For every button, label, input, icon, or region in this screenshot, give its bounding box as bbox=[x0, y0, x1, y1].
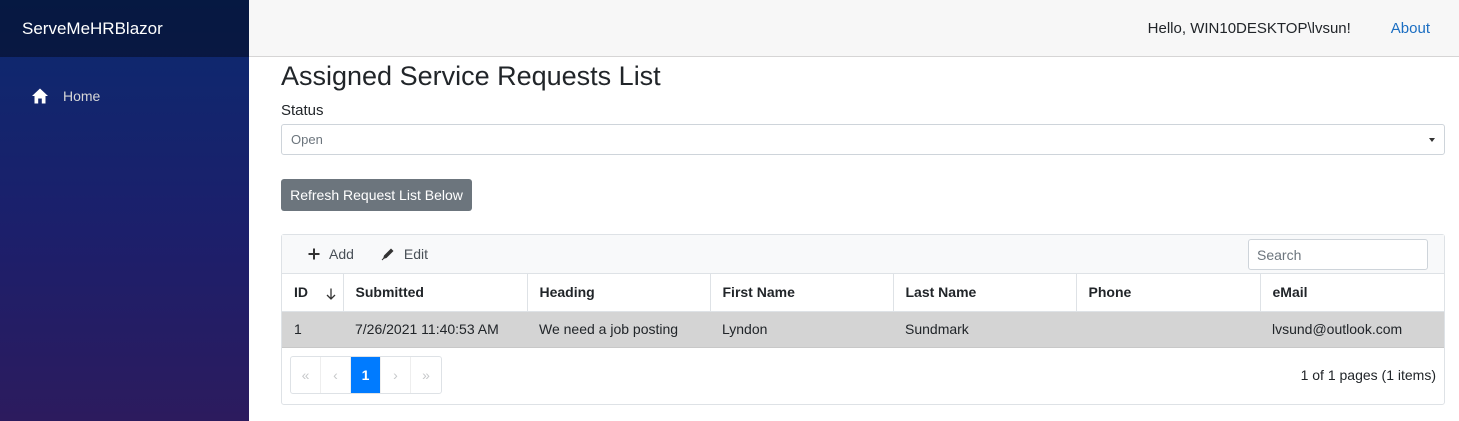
pencil-icon bbox=[381, 248, 394, 261]
pager-prev-button[interactable]: ‹ bbox=[321, 357, 351, 393]
sort-down-icon bbox=[326, 288, 336, 300]
cell-email: lvsund@outlook.com bbox=[1260, 311, 1444, 348]
pager-first-button[interactable]: « bbox=[291, 357, 321, 393]
column-header-email[interactable]: eMail bbox=[1260, 274, 1444, 312]
requests-grid: Add Edit ID bbox=[281, 234, 1445, 405]
about-link[interactable]: About bbox=[1391, 20, 1430, 37]
brand-bar: ServeMeHRBlazor bbox=[0, 0, 249, 57]
column-header-id[interactable]: ID bbox=[282, 274, 344, 312]
column-header-label: ID bbox=[294, 284, 308, 301]
cell-phone bbox=[1076, 311, 1260, 348]
brand-title[interactable]: ServeMeHRBlazor bbox=[22, 19, 163, 39]
cell-first-name: Lyndon bbox=[710, 311, 893, 348]
requests-table: ID Submitted Heading First Name Last Nam… bbox=[282, 274, 1444, 348]
sidebar: ServeMeHRBlazor Home bbox=[0, 0, 249, 421]
column-header-last-name[interactable]: Last Name bbox=[893, 274, 1077, 312]
cell-submitted: 7/26/2021 11:40:53 AM bbox=[343, 311, 527, 348]
pager: « ‹ 1 › » bbox=[290, 356, 442, 394]
edit-button-label: Edit bbox=[403, 246, 429, 262]
pager-next-button[interactable]: › bbox=[381, 357, 411, 393]
plus-icon bbox=[308, 248, 320, 260]
table-row[interactable]: 1 7/26/2021 11:40:53 AM We need a job po… bbox=[282, 311, 1444, 348]
sidebar-item-home[interactable]: Home bbox=[0, 87, 249, 105]
top-bar: Hello, WIN10DESKTOP\lvsun! About bbox=[249, 0, 1459, 57]
pager-page-1-button[interactable]: 1 bbox=[351, 357, 381, 393]
page-title: Assigned Service Requests List bbox=[281, 61, 661, 91]
grid-toolbar: Add Edit bbox=[282, 235, 1444, 274]
cell-heading: We need a job posting bbox=[527, 311, 710, 348]
status-select[interactable]: Open bbox=[281, 124, 1445, 155]
status-label: Status bbox=[281, 102, 324, 119]
column-header-first-name[interactable]: First Name bbox=[710, 274, 894, 312]
cell-id: 1 bbox=[282, 311, 343, 348]
sidebar-item-label: Home bbox=[63, 88, 101, 104]
column-header-heading[interactable]: Heading bbox=[527, 274, 711, 312]
edit-button[interactable]: Edit bbox=[381, 246, 428, 262]
pager-last-button[interactable]: » bbox=[411, 357, 441, 393]
column-header-submitted[interactable]: Submitted bbox=[343, 274, 528, 312]
main-content: Assigned Service Requests List Status Op… bbox=[281, 57, 1445, 405]
cell-last-name: Sundmark bbox=[893, 311, 1076, 348]
home-icon bbox=[32, 88, 48, 104]
column-header-phone[interactable]: Phone bbox=[1076, 274, 1261, 312]
search-input[interactable] bbox=[1248, 239, 1428, 270]
status-selected-value: Open bbox=[291, 132, 323, 147]
user-greeting: Hello, WIN10DESKTOP\lvsun! bbox=[1147, 19, 1351, 37]
refresh-request-list-button[interactable]: Refresh Request List Below bbox=[281, 179, 472, 211]
chevron-down-icon bbox=[1429, 137, 1435, 142]
add-button[interactable]: Add bbox=[308, 246, 354, 262]
add-button-label: Add bbox=[329, 246, 354, 262]
table-header-row: ID Submitted Heading First Name Last Nam… bbox=[282, 274, 1444, 312]
page-info: 1 of 1 pages (1 items) bbox=[1300, 367, 1436, 383]
